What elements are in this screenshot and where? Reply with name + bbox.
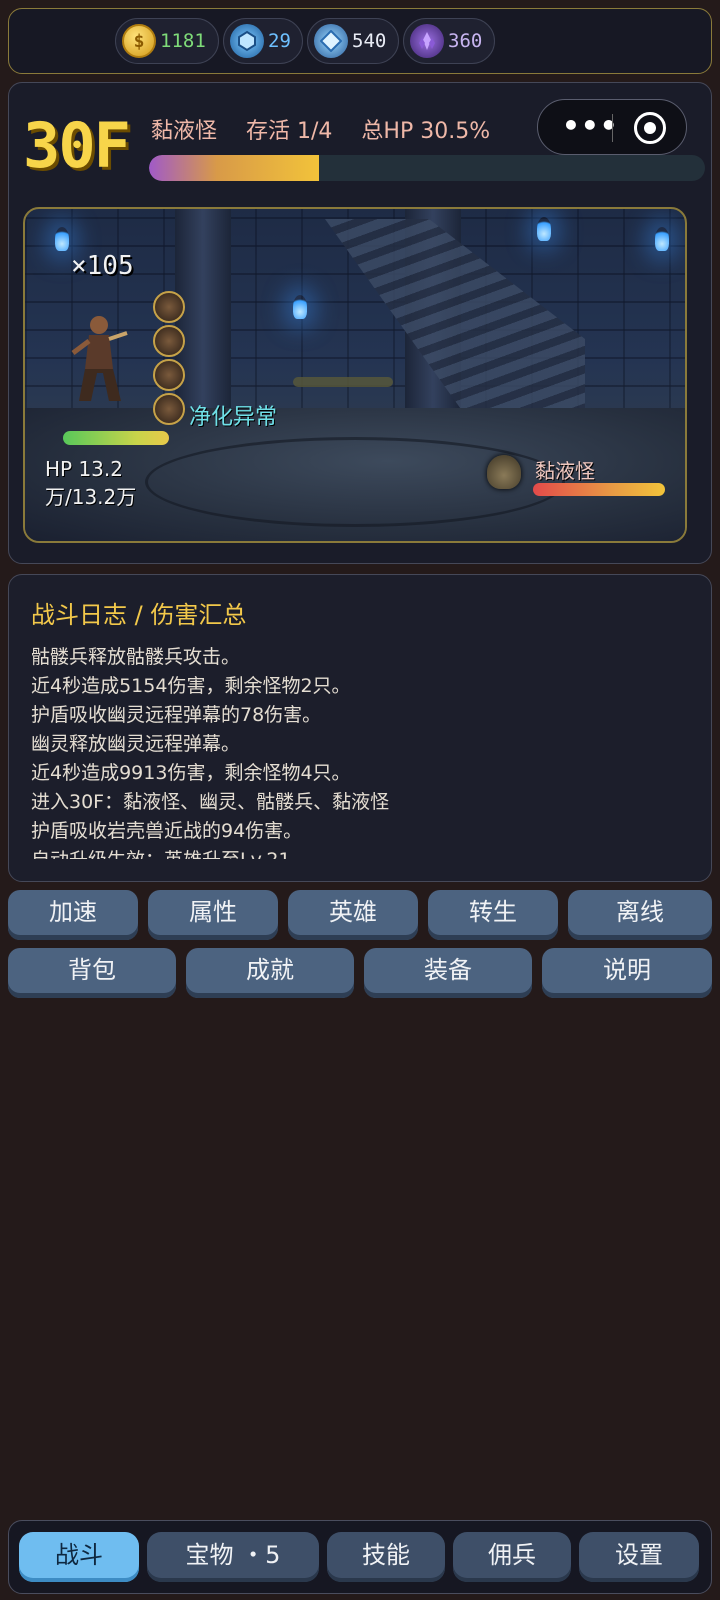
blue-gem-icon — [230, 24, 264, 58]
diamond-crystal-icon — [314, 24, 348, 58]
currency-bar: $ 1181 29 540 360 — [8, 8, 712, 74]
purple-crystal-icon — [410, 24, 444, 58]
gem-counter: 29 — [223, 18, 303, 64]
offline-button[interactable]: 离线 — [568, 890, 712, 940]
log-line: 护盾吸收岩壳兽近战的94伤害。 — [31, 820, 303, 842]
capsule-divider — [612, 114, 613, 142]
log-line: 骷髅兵释放骷髅兵攻击。 — [31, 646, 241, 668]
battle-log-list: 骷髅兵释放骷髅兵攻击。 近4秒造成5154伤害，剩余怪物2只。 护盾吸收幽灵远程… — [31, 643, 691, 859]
hero-hp-line2: 万/13.2万 — [45, 485, 137, 509]
log-line: 近4秒造成5154伤害，剩余怪物2只。 — [31, 675, 351, 697]
log-line: 幽灵释放幽灵远程弹幕。 — [31, 733, 241, 755]
buff-icon[interactable] — [153, 291, 185, 323]
amethyst-counter: 360 — [403, 18, 495, 64]
attributes-button[interactable]: 属性 — [148, 890, 278, 940]
log-line: 近4秒造成9913伤害，剩余怪物4只。 — [31, 762, 351, 784]
enemy-hp-bar — [533, 483, 665, 496]
help-button[interactable]: 说明 — [542, 948, 712, 998]
rebirth-button[interactable]: 转生 — [428, 890, 558, 940]
status-effect-text: 净化异常 — [189, 405, 278, 430]
gold-coin-icon: $ — [122, 24, 156, 58]
slime-pot-icon[interactable] — [487, 455, 521, 489]
hero-hp-line1: HP 13.2 — [45, 457, 123, 481]
more-options-icon[interactable]: ••• — [562, 108, 619, 144]
heroes-button[interactable]: 英雄 — [288, 890, 418, 940]
monster-info: 黏液怪 存活 1/4 总HP 30.5% — [151, 113, 512, 145]
nav-battle[interactable]: 战斗 — [19, 1532, 139, 1582]
buff-icon[interactable] — [153, 393, 185, 425]
miniprogram-capsule: ••• — [537, 99, 687, 155]
achievements-button[interactable]: 成就 — [186, 948, 354, 998]
floor-progress-fill — [149, 155, 319, 181]
battle-log-panel[interactable]: 战斗日志 / 伤害汇总 骷髅兵释放骷髅兵攻击。 近4秒造成5154伤害，剩余怪物… — [8, 574, 712, 882]
torch-icon — [537, 217, 551, 241]
log-line: 护盾吸收幽灵远程弹幕的78伤害。 — [31, 704, 322, 726]
buff-icon-column — [153, 291, 185, 427]
battle-panel: 30F 黏液怪 存活 1/4 总HP 30.5% ••• ×105 净化异常 H… — [8, 82, 712, 564]
speed-up-button[interactable]: 加速 — [8, 890, 138, 940]
backpack-button[interactable]: 背包 — [8, 948, 176, 998]
bottom-nav: 战斗 宝物 ・5 技能 佣兵 设置 — [8, 1520, 712, 1594]
buff-icon[interactable] — [153, 359, 185, 391]
torch-icon — [55, 227, 69, 251]
battle-scene: ×105 净化异常 HP 13.2 万/13.2万 黏液怪 — [23, 207, 687, 543]
equipment-button[interactable]: 装备 — [364, 948, 532, 998]
floor-progress-bar — [149, 155, 705, 181]
monster-name: 黏液怪 — [151, 119, 218, 144]
gold-amount: 1181 — [160, 30, 206, 52]
hero-hp-text: HP 13.2 万/13.2万 — [45, 455, 185, 511]
torch-icon — [655, 227, 669, 251]
floor-label: 30F — [23, 109, 131, 182]
log-line: 自动升级生效：英雄升至Lv.21 — [31, 846, 691, 859]
close-target-icon[interactable] — [634, 112, 666, 144]
nav-treasures[interactable]: 宝物 ・5 — [147, 1532, 319, 1582]
battle-log-title[interactable]: 战斗日志 / 伤害汇总 — [31, 595, 246, 630]
hero-hp-bar — [63, 431, 169, 445]
crystal-amount: 540 — [352, 30, 387, 52]
torch-icon — [293, 295, 307, 319]
hero-count: ×105 — [71, 251, 134, 281]
nav-settings[interactable]: 设置 — [579, 1532, 699, 1582]
nav-mercenaries[interactable]: 佣兵 — [453, 1532, 571, 1582]
enemy-name: 黏液怪 — [535, 459, 595, 483]
log-line: 进入30F：黏液怪、幽灵、骷髅兵、黏液怪 — [31, 791, 390, 813]
alive-count: 存活 1/4 — [246, 119, 333, 144]
crystal-counter: 540 — [307, 18, 399, 64]
nav-skills[interactable]: 技能 — [327, 1532, 445, 1582]
gem-amount: 29 — [268, 30, 291, 52]
hero-sprite[interactable] — [69, 313, 129, 405]
buff-icon[interactable] — [153, 325, 185, 357]
enemy-faded-hp-bar — [293, 377, 393, 387]
total-hp: 总HP 30.5% — [361, 119, 491, 144]
amethyst-amount: 360 — [448, 30, 483, 52]
gold-counter: $ 1181 — [115, 18, 219, 64]
